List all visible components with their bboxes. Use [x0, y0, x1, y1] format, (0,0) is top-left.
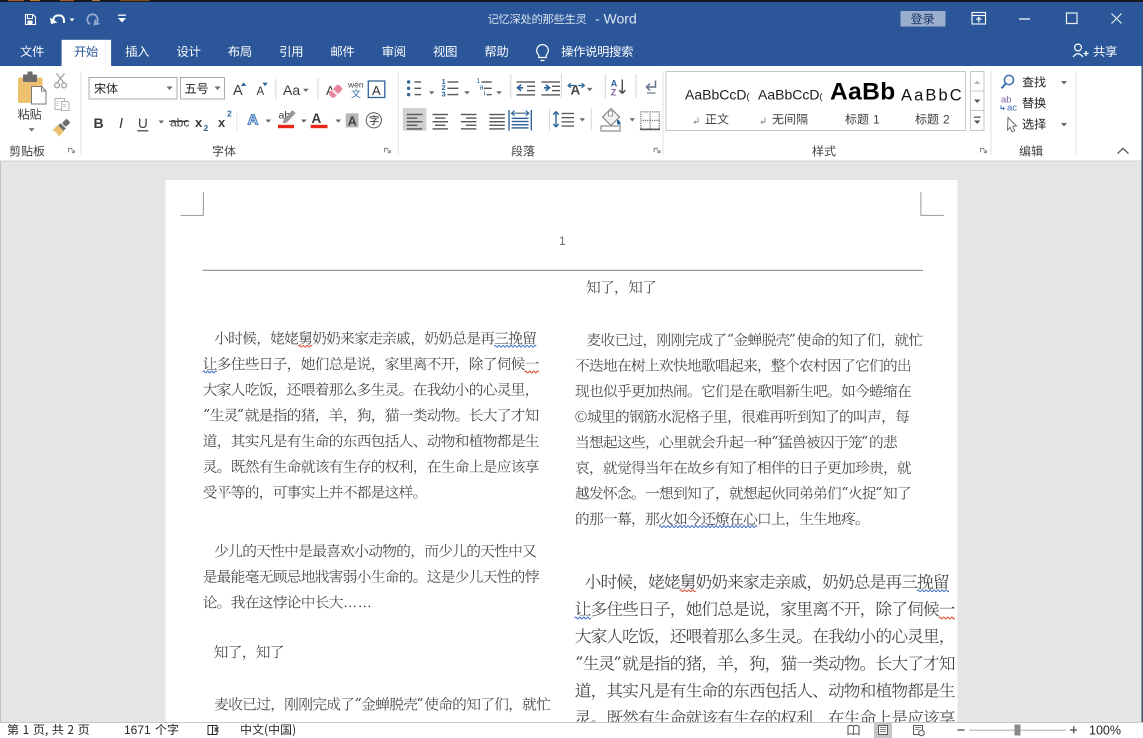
svg-text:1: 1 [559, 234, 566, 248]
svg-text:x: x [218, 115, 226, 130]
svg-text:ac: ac [1007, 103, 1017, 114]
svg-text:abc: abc [170, 116, 189, 130]
svg-text:1: 1 [873, 113, 880, 127]
svg-text:2: 2 [227, 109, 232, 119]
svg-text:AaBb: AaBb [830, 79, 896, 106]
svg-text:I: I [119, 116, 123, 132]
svg-text:A: A [248, 112, 259, 129]
svg-text:AaBbCcD(: AaBbCcD( [758, 87, 822, 103]
svg-text:AaBbCcD(: AaBbCcD( [685, 87, 749, 103]
svg-text:B: B [94, 115, 104, 131]
svg-text:AaBbC: AaBbC [901, 87, 964, 105]
svg-text:3: 3 [442, 89, 446, 98]
svg-text:100%: 100% [1089, 724, 1121, 738]
svg-text:2: 2 [204, 123, 209, 133]
svg-text:A: A [348, 114, 357, 128]
svg-text:- Word: - Word [595, 11, 637, 27]
svg-text:wén: wén [347, 80, 364, 90]
svg-text:1671: 1671 [124, 723, 151, 737]
svg-text:Aa: Aa [283, 82, 300, 98]
svg-text:x: x [195, 115, 203, 130]
svg-text:A: A [372, 83, 381, 98]
svg-text:A: A [312, 111, 322, 126]
svg-text:A: A [571, 83, 581, 98]
svg-text:2: 2 [943, 113, 950, 127]
svg-text:Z: Z [611, 88, 617, 98]
svg-text:A: A [257, 86, 265, 98]
svg-text:U: U [138, 116, 148, 131]
